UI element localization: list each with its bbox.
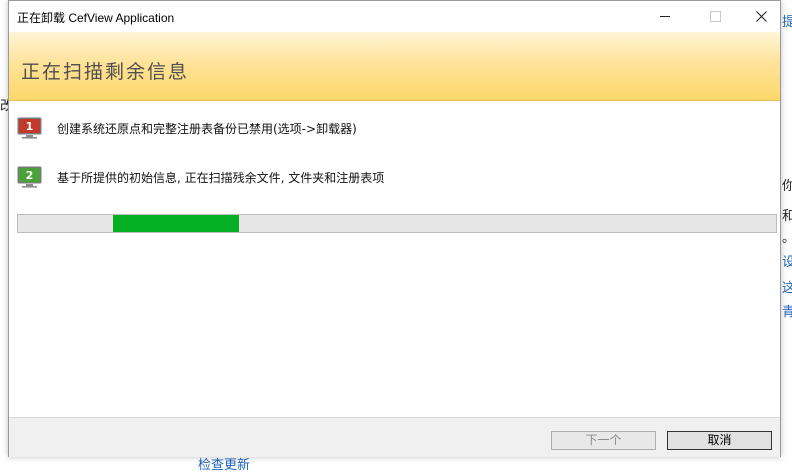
page-title: 正在扫描剩余信息 bbox=[21, 61, 190, 83]
window-title: 正在卸载 CefView Application bbox=[17, 11, 175, 25]
step-2-text: 基于所提供的初始信息, 正在扫描残余文件, 文件夹和注册表项 bbox=[57, 171, 385, 185]
scan-progress-bar bbox=[17, 214, 777, 233]
next-button[interactable]: 下一个 bbox=[551, 431, 656, 450]
monitor-step-2-icon: 2 bbox=[17, 166, 42, 188]
step-1-number: 1 bbox=[26, 120, 34, 133]
minimize-button[interactable] bbox=[642, 1, 688, 32]
maximize-icon bbox=[709, 11, 721, 22]
step-1-text: 创建系统还原点和完整注册表备份已禁用(选项->卸载器) bbox=[57, 122, 357, 136]
uninstall-dialog: 正在卸载 CefView Application 正在扫描剩余信息 1 创建系统… bbox=[8, 0, 781, 457]
cancel-button[interactable]: 取消 bbox=[667, 431, 772, 450]
maximize-button[interactable] bbox=[692, 1, 738, 32]
background-text: 和 bbox=[782, 209, 792, 224]
button-footer: 下一个 取消 bbox=[9, 417, 780, 457]
title-bar[interactable]: 正在卸载 CefView Application bbox=[9, 1, 780, 32]
close-button[interactable] bbox=[738, 1, 784, 32]
minimize-icon bbox=[660, 16, 670, 17]
progress-fill bbox=[112, 215, 239, 232]
background-text: 这 bbox=[782, 281, 792, 296]
header-banner: 正在扫描剩余信息 bbox=[9, 32, 780, 101]
monitor-step-1-icon: 1 bbox=[17, 117, 42, 139]
background-right-strip: 提 你 和 。 设 这 青 bbox=[781, 0, 792, 468]
background-text: 青 bbox=[782, 305, 792, 320]
background-text: 设 bbox=[782, 255, 792, 270]
close-icon bbox=[755, 11, 767, 22]
background-text: 。 bbox=[782, 232, 792, 246]
step-2-number: 2 bbox=[26, 169, 34, 182]
background-text: 你 bbox=[782, 179, 792, 194]
